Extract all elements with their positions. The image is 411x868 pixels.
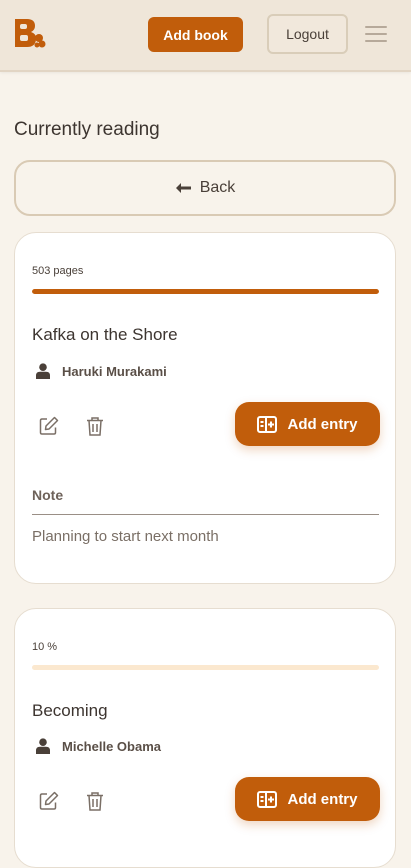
back-arrow-icon (175, 183, 191, 193)
reading-progress-bar (32, 665, 379, 670)
add-entry-icon (257, 415, 278, 433)
add-entry-label: Add entry (287, 415, 358, 433)
add-book-button[interactable]: Add book (148, 17, 243, 52)
menu-icon[interactable] (365, 24, 387, 42)
progress-label: 503 pages (32, 265, 84, 277)
author-name: Haruki Murakami (62, 363, 167, 379)
author-name: Michelle Obama (62, 738, 161, 754)
author-row: Haruki Murakami (36, 363, 167, 379)
edit-icon[interactable] (38, 415, 60, 437)
top-navbar: Add book Logout (0, 0, 411, 72)
trash-icon[interactable] (84, 790, 106, 812)
reading-progress-bar (32, 289, 379, 294)
book-title: Kafka on the Shore (32, 325, 178, 344)
progress-fill (32, 289, 379, 294)
book-card: 503 pages Kafka on the Shore Haruki Mura… (14, 232, 396, 584)
logout-button[interactable]: Logout (267, 14, 348, 54)
trash-icon[interactable] (84, 415, 106, 437)
page-title: Currently reading (14, 119, 160, 140)
book-title: Becoming (32, 701, 108, 720)
user-icon (36, 738, 50, 754)
add-entry-button[interactable]: Add entry (235, 777, 380, 821)
add-entry-icon (257, 790, 278, 808)
progress-label: 10 % (32, 641, 58, 653)
user-icon (36, 363, 50, 379)
back-button[interactable]: Back (14, 160, 396, 216)
add-entry-label: Add entry (287, 790, 358, 808)
note-label: Note (32, 487, 64, 503)
back-button-label: Back (199, 179, 236, 196)
edit-icon[interactable] (38, 790, 60, 812)
add-entry-button[interactable]: Add entry (235, 402, 380, 446)
book-card: 10 % Becoming Michelle Obama Add entry (14, 608, 396, 868)
note-text: Planning to start next month (32, 528, 219, 545)
author-row: Michelle Obama (36, 738, 161, 754)
note-divider (32, 514, 379, 515)
brand-logo-icon[interactable] (13, 17, 47, 49)
